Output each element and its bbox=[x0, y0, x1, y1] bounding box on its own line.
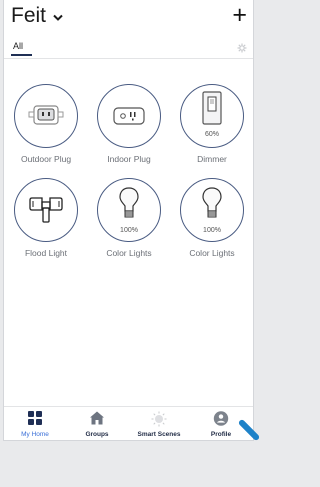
device-tile[interactable]: 100% Color Lights bbox=[170, 178, 253, 258]
device-level: 100% bbox=[203, 227, 221, 234]
device-circle[interactable] bbox=[14, 178, 78, 242]
device-circle[interactable] bbox=[14, 84, 78, 148]
home-selector[interactable]: Feit bbox=[11, 4, 63, 28]
device-level: 100% bbox=[120, 227, 138, 234]
device-label: Color Lights bbox=[106, 248, 152, 258]
home-name: Feit bbox=[11, 4, 47, 27]
bulb-icon bbox=[202, 187, 222, 218]
device-label: Dimmer bbox=[197, 154, 227, 164]
device-circle[interactable]: 100% bbox=[180, 178, 244, 242]
indoor-plug-icon bbox=[113, 107, 145, 125]
tab-groups[interactable]: Groups bbox=[66, 407, 128, 440]
outdoor-plug-icon bbox=[28, 105, 64, 125]
header: Feit + bbox=[4, 0, 253, 40]
sun-icon bbox=[151, 411, 167, 432]
tab-label: My Home bbox=[21, 431, 49, 438]
bulb-icon bbox=[119, 187, 139, 218]
app-screen: Feit + All Outdoor Plug Indoor Plug 60% … bbox=[3, 0, 254, 441]
device-level: 60% bbox=[204, 131, 219, 138]
person-icon bbox=[213, 411, 229, 431]
tab-my-home[interactable]: My Home bbox=[4, 407, 66, 440]
device-tile[interactable]: Flood Light bbox=[4, 178, 88, 258]
device-label: Outdoor Plug bbox=[20, 154, 72, 164]
device-tile[interactable]: Indoor Plug bbox=[87, 84, 171, 164]
tab-label: Profile bbox=[210, 431, 232, 438]
flood-light-icon bbox=[29, 197, 63, 223]
dimmer-icon bbox=[202, 91, 222, 125]
device-tile[interactable]: 100% Color Lights bbox=[87, 178, 171, 258]
device-label: Color Lights bbox=[189, 248, 235, 258]
device-circle[interactable]: 60% bbox=[180, 84, 244, 148]
header-divider bbox=[4, 58, 253, 59]
chevron-down-icon bbox=[53, 4, 63, 28]
device-tile[interactable]: 60% Dimmer bbox=[170, 84, 253, 164]
filter-tab-all[interactable]: All bbox=[13, 41, 23, 51]
tab-smart-scenes[interactable]: Smart Scenes bbox=[128, 407, 190, 440]
device-tile[interactable]: Outdoor Plug bbox=[4, 84, 88, 164]
device-circle[interactable]: 100% bbox=[97, 178, 161, 242]
tab-label: Smart Scenes bbox=[137, 431, 181, 438]
device-circle[interactable] bbox=[97, 84, 161, 148]
device-label: Indoor Plug bbox=[107, 154, 151, 164]
house-icon bbox=[90, 411, 105, 430]
add-device-button[interactable]: + bbox=[232, 1, 247, 29]
tab-label: Groups bbox=[85, 431, 109, 438]
gear-icon[interactable] bbox=[237, 40, 247, 58]
active-tab-underline bbox=[11, 54, 32, 56]
device-label: Flood Light bbox=[24, 248, 68, 258]
grid-icon bbox=[28, 411, 42, 430]
bottom-tab-bar: My Home Groups Smart Scenes Profile bbox=[4, 406, 253, 440]
